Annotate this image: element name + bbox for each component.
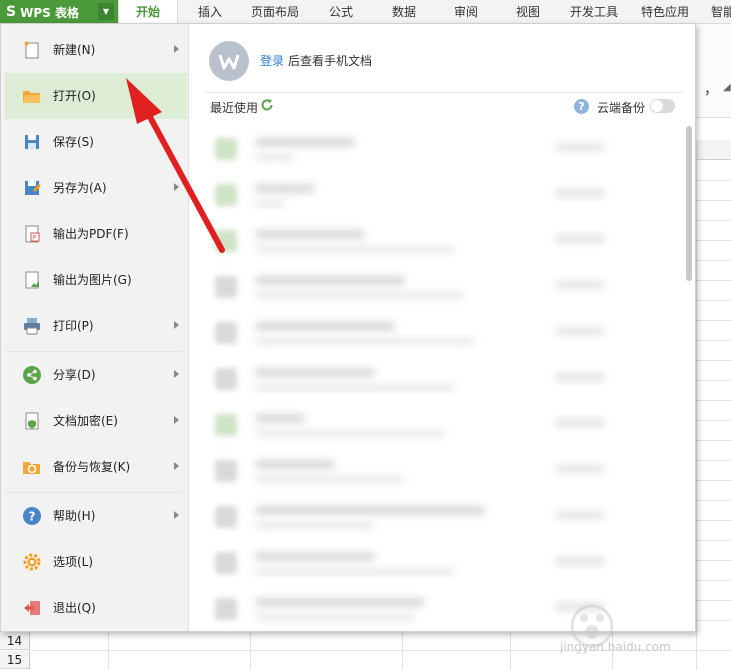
file-menu-list: 新建(N) 打开(O) 保存(S) 另存为(A) P 输出为PDF(F) 输出为… xyxy=(1,24,189,631)
help-icon: ? xyxy=(23,507,41,525)
share-icon xyxy=(23,366,41,384)
cloud-help-icon[interactable]: ? xyxy=(574,99,589,114)
tab-formula[interactable]: 公式 xyxy=(318,0,364,24)
menu-item-exit[interactable]: 退出(Q) xyxy=(5,585,187,631)
file-menu-panel: 新建(N) 打开(O) 保存(S) 另存为(A) P 输出为PDF(F) 输出为… xyxy=(0,23,696,632)
submenu-arrow-icon xyxy=(174,370,179,378)
gear-icon xyxy=(23,553,41,571)
menu-item-print[interactable]: 打印(P) xyxy=(5,303,187,349)
backup-icon xyxy=(23,462,40,474)
submenu-arrow-icon xyxy=(174,183,179,191)
list-item[interactable] xyxy=(205,448,683,494)
app-name: WPS 表格 xyxy=(20,5,79,20)
menu-item-label: 打印(P) xyxy=(53,319,94,333)
menu-item-label: 另存为(A) xyxy=(53,181,107,195)
list-item[interactable] xyxy=(205,494,683,540)
wps-logo-icon: S xyxy=(6,4,17,20)
recent-file-list xyxy=(205,124,683,631)
menu-item-label: 输出为图片(G) xyxy=(53,273,132,287)
new-document-icon xyxy=(24,41,39,59)
tab-data[interactable]: 数据 xyxy=(380,0,428,24)
wps-avatar-icon xyxy=(218,54,240,70)
save-as-icon xyxy=(25,181,41,195)
refresh-icon[interactable] xyxy=(260,98,274,112)
tab-special[interactable]: 特色应用 xyxy=(635,0,695,24)
tab-page-layout[interactable]: 页面布局 xyxy=(242,0,308,24)
menu-item-label: 备份与恢复(K) xyxy=(53,460,131,474)
submenu-arrow-icon xyxy=(174,462,179,470)
dialog-launcher-icon[interactable]: ◢ xyxy=(723,82,731,93)
tab-developer[interactable]: 开发工具 xyxy=(563,0,625,24)
menu-item-backup-restore[interactable]: 备份与恢复(K) xyxy=(5,444,187,490)
submenu-arrow-icon xyxy=(174,45,179,53)
menu-bar: S WPS 表格 ▼ 开始 插入 页面布局 公式 数据 审阅 视图 开发工具 特… xyxy=(0,0,731,24)
submenu-arrow-icon xyxy=(174,416,179,424)
menu-item-label: 文档加密(E) xyxy=(53,414,118,428)
toggle-knob xyxy=(651,100,663,112)
image-icon xyxy=(25,271,39,289)
tab-home[interactable]: 开始 xyxy=(118,0,178,24)
menu-item-options[interactable]: 选项(L) xyxy=(5,539,187,585)
pdf-icon: P xyxy=(25,225,40,243)
menu-item-encrypt[interactable]: 文档加密(E) xyxy=(5,398,187,444)
list-item[interactable] xyxy=(205,218,683,264)
list-item[interactable] xyxy=(205,402,683,448)
recent-files-title: 最近使用 xyxy=(210,101,259,115)
svg-text:?: ? xyxy=(29,510,36,524)
scrollbar-thumb[interactable] xyxy=(686,126,692,281)
menu-item-label: 保存(S) xyxy=(53,135,94,149)
tab-review[interactable]: 审阅 xyxy=(442,0,490,24)
section-divider xyxy=(205,92,683,93)
submenu-arrow-icon xyxy=(174,321,179,329)
menu-item-label: 选项(L) xyxy=(53,555,94,569)
menu-item-new[interactable]: 新建(N) xyxy=(5,27,187,73)
menu-item-export-pdf[interactable]: P 输出为PDF(F) xyxy=(5,211,187,257)
list-item[interactable] xyxy=(205,540,683,586)
menu-item-help[interactable]: ? 帮助(H) xyxy=(5,493,187,539)
cloud-backup-label: 云端备份 xyxy=(597,101,646,115)
menu-item-label: 打开(O) xyxy=(53,89,96,103)
menu-item-save[interactable]: 保存(S) xyxy=(5,119,187,165)
encrypt-icon xyxy=(25,412,39,430)
svg-text:P: P xyxy=(33,235,37,242)
tab-smart[interactable]: 智能 xyxy=(703,0,731,24)
menu-item-share[interactable]: 分享(D) xyxy=(5,352,187,398)
save-icon xyxy=(25,135,39,149)
list-item[interactable] xyxy=(205,356,683,402)
list-item[interactable] xyxy=(205,310,683,356)
tab-view[interactable]: 视图 xyxy=(505,0,551,24)
cloud-backup-toggle[interactable] xyxy=(650,99,675,113)
row-header-14[interactable]: 14 xyxy=(0,632,30,650)
submenu-arrow-icon xyxy=(174,511,179,519)
list-item[interactable] xyxy=(205,172,683,218)
scrollbar[interactable] xyxy=(685,124,693,631)
login-link[interactable]: 登录 xyxy=(260,52,284,69)
ribbon-fragment: ， xyxy=(704,82,718,98)
login-hint: 后查看手机文档 xyxy=(288,54,373,68)
list-item[interactable] xyxy=(205,126,683,172)
list-item[interactable] xyxy=(205,264,683,310)
menu-item-open[interactable]: 打开(O) xyxy=(5,73,187,119)
chevron-down-icon[interactable]: ▼ xyxy=(98,3,114,20)
open-folder-icon xyxy=(23,91,41,103)
menu-item-label: 新建(N) xyxy=(53,43,96,57)
menu-item-label: 帮助(H) xyxy=(53,509,96,523)
menu-item-export-image[interactable]: 输出为图片(G) xyxy=(5,257,187,303)
row-header-15[interactable]: 15 xyxy=(0,651,30,669)
menu-item-save-as[interactable]: 另存为(A) xyxy=(5,165,187,211)
menu-item-label: 分享(D) xyxy=(53,368,96,382)
app-menu-button[interactable]: S WPS 表格 ▼ xyxy=(0,0,118,24)
menu-item-label: 退出(Q) xyxy=(53,601,96,615)
menu-item-label: 输出为PDF(F) xyxy=(53,227,129,241)
exit-icon xyxy=(24,601,40,615)
tab-insert[interactable]: 插入 xyxy=(188,0,232,24)
avatar[interactable] xyxy=(209,41,249,81)
watermark-text: jingyan.baidu.com xyxy=(560,640,671,654)
print-icon xyxy=(24,318,40,335)
